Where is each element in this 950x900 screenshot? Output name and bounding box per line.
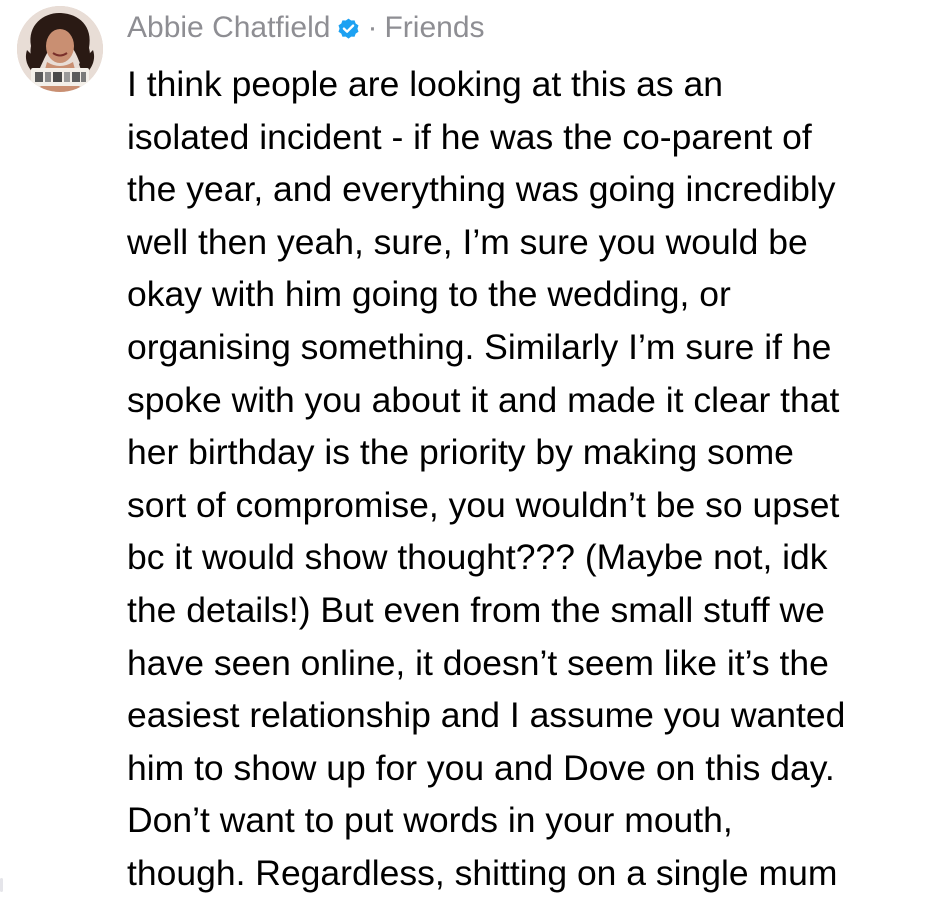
author-name[interactable]: Abbie Chatfield [127,11,330,45]
audience-label: Friends [384,11,485,44]
author-avatar[interactable] [17,6,103,92]
meta-separator: · [367,11,378,44]
comment-header: Abbie Chatfield · Friends [127,8,485,48]
comment-text: I think people are looking at this as an… [127,64,846,893]
avatar-photo [17,6,103,92]
verified-badge-icon [336,16,361,41]
scroll-edge-indicator [0,878,3,892]
comment-card: Abbie Chatfield · Friends I think people… [0,0,950,898]
